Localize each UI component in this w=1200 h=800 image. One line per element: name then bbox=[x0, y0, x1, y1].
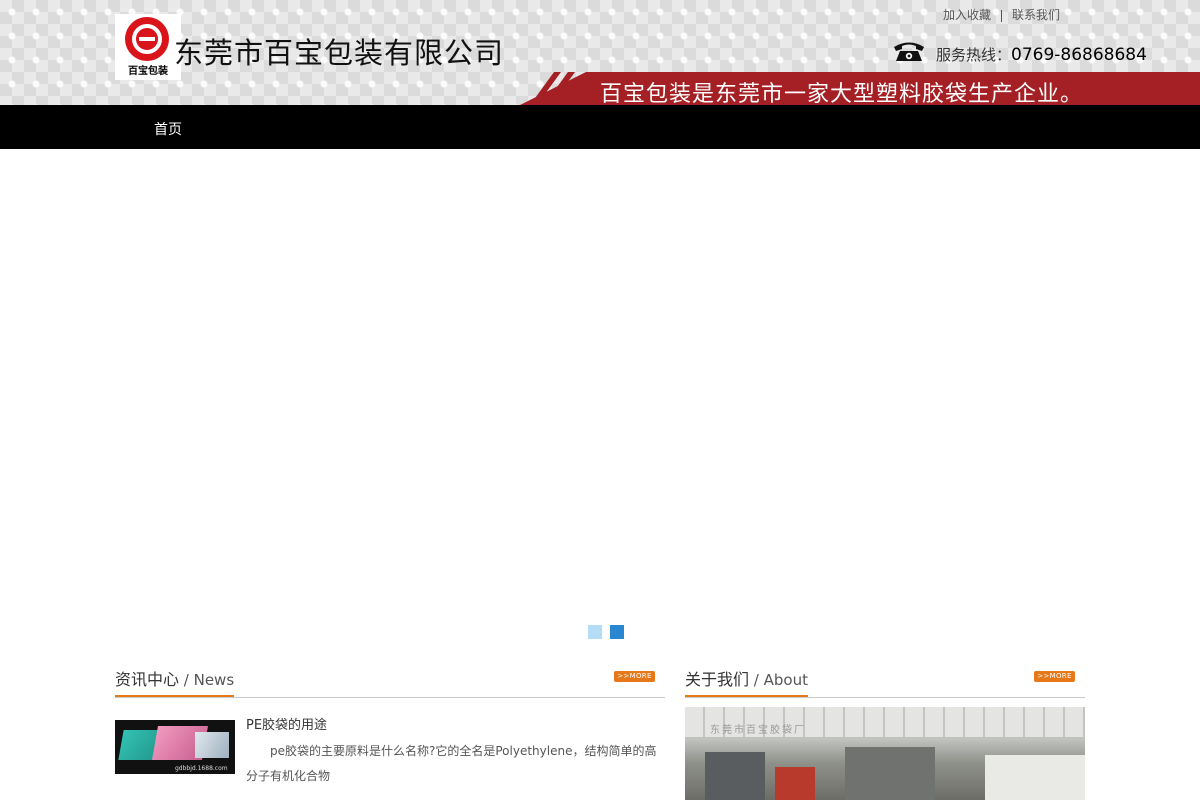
contact-us-link[interactable]: 联系我们 bbox=[1012, 8, 1060, 22]
main-nav: 首页 bbox=[0, 105, 1200, 149]
hotline: 服务热线：0769-86868684 bbox=[936, 44, 1147, 65]
about-title-sep: / bbox=[749, 671, 764, 689]
banner-slider bbox=[0, 149, 1200, 649]
slider-dot-1[interactable] bbox=[588, 625, 602, 639]
add-favorite-link[interactable]: 加入收藏 bbox=[943, 8, 991, 22]
hotline-number: 0769-86868684 bbox=[1011, 45, 1147, 65]
slogan-text: 百宝包装是东莞市一家大型塑料胶袋生产企业。 bbox=[600, 82, 1084, 105]
top-links: 加入收藏 联系我们 bbox=[943, 6, 1060, 23]
link-divider bbox=[1001, 10, 1003, 22]
about-title-cn: 关于我们 bbox=[685, 670, 750, 689]
about-more-button[interactable]: >>MORE bbox=[1034, 671, 1075, 682]
news-item-title[interactable]: PE胶袋的用途 bbox=[246, 714, 327, 733]
nav-item-home[interactable]: 首页 bbox=[154, 119, 182, 139]
about-title-en: About bbox=[763, 671, 808, 689]
logo-text: 百宝包装 bbox=[128, 66, 168, 77]
news-thumbnail[interactable]: gdbbjd.1688.com bbox=[115, 720, 235, 774]
factory-photo[interactable]: 东莞市百宝胶袋厂 bbox=[685, 707, 1085, 800]
news-title-cn: 资讯中心 bbox=[115, 670, 180, 689]
site-header: 百宝包装 东莞市百宝包装有限公司 加入收藏 联系我们 服务热线：0769-8686… bbox=[0, 0, 1200, 105]
about-section-title: 关于我们 / About bbox=[685, 666, 808, 697]
about-section-header: 关于我们 / About >>MORE bbox=[685, 664, 1085, 698]
news-more-button[interactable]: >>MORE bbox=[614, 671, 655, 682]
news-title-en: News bbox=[193, 671, 235, 689]
slogan-stripes bbox=[530, 72, 575, 105]
news-title-sep: / bbox=[179, 671, 194, 689]
telephone-icon bbox=[894, 42, 924, 61]
logo-emblem-icon bbox=[125, 17, 169, 61]
news-section-header: 资讯中心 / News >>MORE bbox=[115, 664, 665, 698]
thumbnail-caption: gdbbjd.1688.com bbox=[175, 765, 228, 772]
news-item-description: pe胶袋的主要原料是什么名称?它的全名是Polyethylene，结构简单的高分… bbox=[246, 744, 657, 783]
slider-dot-2-active[interactable] bbox=[610, 625, 624, 639]
factory-photo-caption: 东莞市百宝胶袋厂 bbox=[710, 725, 806, 736]
company-name: 东莞市百宝包装有限公司 bbox=[174, 36, 505, 70]
news-section-title: 资讯中心 / News bbox=[115, 666, 235, 697]
company-logo[interactable]: 百宝包装 bbox=[115, 14, 181, 80]
hotline-label: 服务热线： bbox=[936, 46, 1012, 64]
